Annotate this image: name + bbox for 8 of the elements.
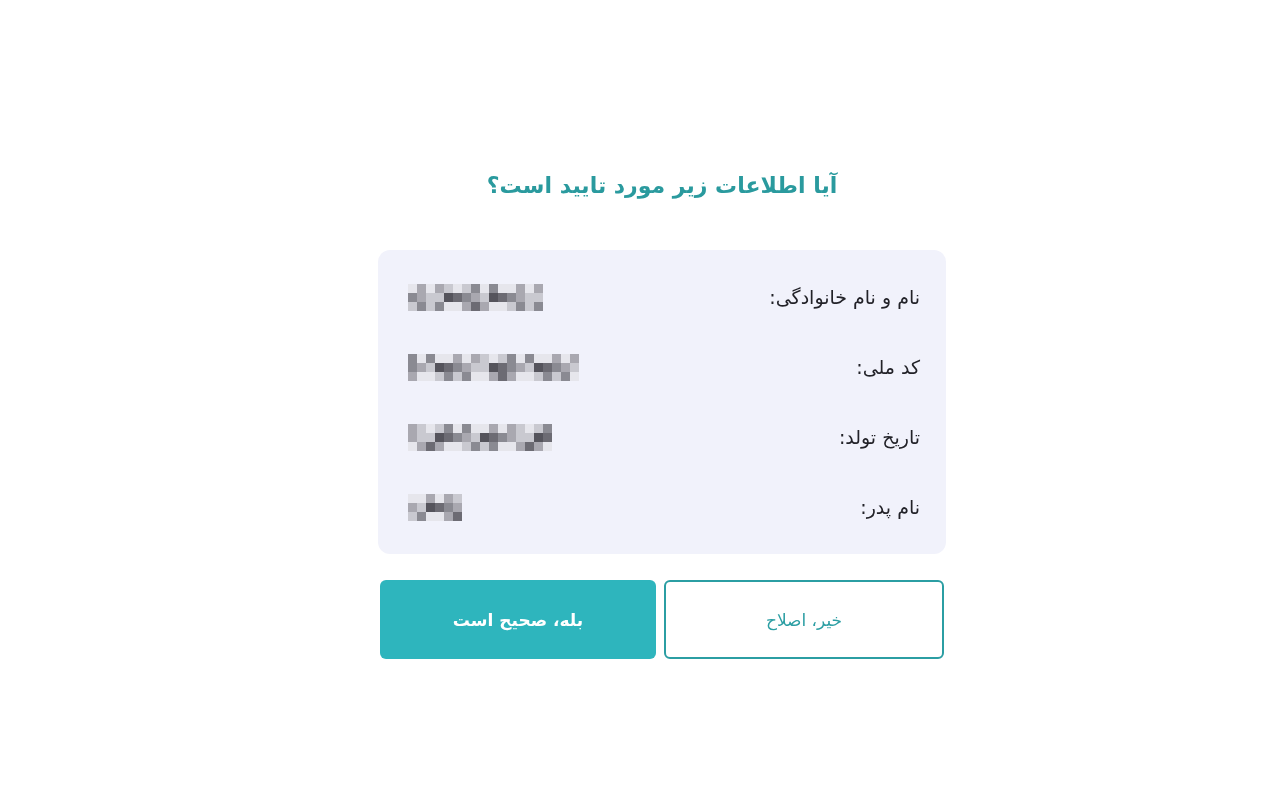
- field-label: کد ملی:: [856, 356, 920, 378]
- dialog-title: آیا اطلاعات زیر مورد تایید است؟: [486, 171, 838, 201]
- field-label: نام پدر:: [860, 496, 920, 518]
- field-label: تاریخ تولد:: [838, 426, 920, 448]
- pixelated-value: [408, 493, 462, 521]
- field-label: نام و نام خانوادگی:: [769, 286, 920, 308]
- edit-button[interactable]: خیر، اصلاح: [664, 580, 944, 659]
- confirm-button[interactable]: بله، صحیح است: [380, 580, 656, 659]
